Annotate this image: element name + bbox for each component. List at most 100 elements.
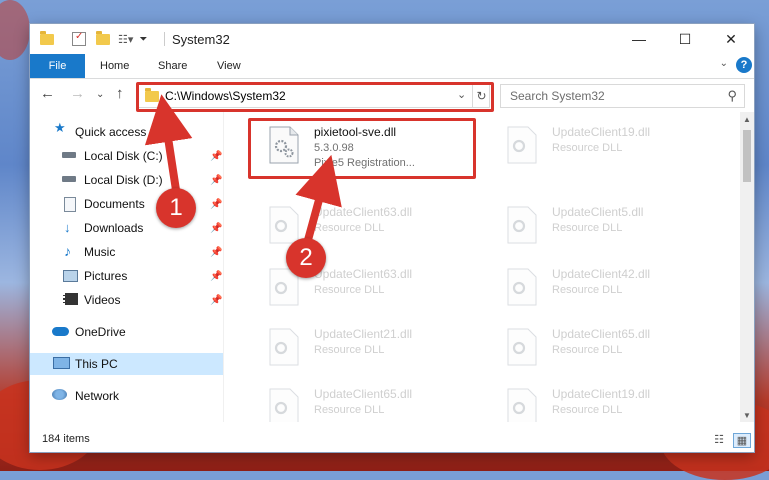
file-name: UpdateClient19.dll xyxy=(552,125,651,139)
search-box[interactable]: Search System32 ⚲ xyxy=(500,84,745,108)
address-path[interactable]: C:\Windows\System32 xyxy=(165,89,286,103)
drive-icon xyxy=(62,152,76,158)
sidebar-item-local-disk-c[interactable]: Local Disk (C:) 📌 xyxy=(30,145,223,167)
customize-toolbar-icon[interactable]: ☷▾ xyxy=(118,33,133,46)
dll-file-icon xyxy=(269,206,299,244)
pin-icon: 📌 xyxy=(210,150,223,162)
item-count: 184 items xyxy=(42,433,90,445)
folder-icon xyxy=(145,88,159,102)
properties-icon[interactable]: ✓ xyxy=(72,31,86,46)
dll-file-icon xyxy=(269,388,299,422)
explorer-window: ✓ ☷▾ ⏷ System32 — ☐ ✕ File Home Share Vi… xyxy=(30,24,754,452)
refresh-icon[interactable]: ↻ xyxy=(472,85,490,107)
file-item[interactable]: UpdateClient65.dll Resource DLL xyxy=(248,382,480,422)
dll-file-icon xyxy=(507,206,537,244)
recent-locations-chevron-icon[interactable]: ⌄ xyxy=(96,89,104,100)
file-name: UpdateClient63.dll xyxy=(314,267,413,281)
sidebar-item-pictures[interactable]: Pictures 📌 xyxy=(30,265,223,287)
pictures-icon xyxy=(63,270,78,282)
file-description: Resource DLL xyxy=(552,404,623,416)
sidebar-item-network[interactable]: Network xyxy=(30,385,223,407)
up-arrow-icon[interactable]: ↑ xyxy=(116,85,124,102)
file-item[interactable]: UpdateClient42.dll Resource DLL xyxy=(486,262,718,318)
sidebar-item-label: This PC xyxy=(75,357,118,371)
sidebar-item-onedrive[interactable]: OneDrive xyxy=(30,321,223,343)
sidebar-item-music[interactable]: ♪ Music 📌 xyxy=(30,241,223,263)
forward-arrow-icon[interactable]: → xyxy=(70,85,85,102)
file-description: Resource DLL xyxy=(552,142,623,154)
help-icon[interactable]: ? xyxy=(736,57,752,73)
file-version: 5.3.0.98 xyxy=(314,142,354,154)
callout-badge-2: 2 xyxy=(286,238,326,278)
details-view-icon[interactable]: ☷ xyxy=(711,433,727,446)
navigation-pane: ★ Quick access Local Disk (C:) 📌 Local D… xyxy=(30,112,223,422)
file-item[interactable]: UpdateClient19.dll Resource DLL xyxy=(486,382,718,422)
dll-file-icon xyxy=(269,126,299,164)
sidebar-item-label: OneDrive xyxy=(75,325,126,339)
pin-icon: 📌 xyxy=(210,198,223,210)
large-icons-view-icon[interactable]: ▦ xyxy=(733,433,751,448)
minimize-button[interactable]: — xyxy=(616,24,662,54)
document-icon xyxy=(64,197,76,212)
file-name: UpdateClient65.dll xyxy=(552,327,651,341)
file-item[interactable]: UpdateClient5.dll Resource DLL xyxy=(486,200,718,256)
title-separator xyxy=(164,32,165,46)
search-input[interactable]: Search System32 xyxy=(510,89,605,103)
sidebar-item-label: Network xyxy=(75,389,120,403)
dll-file-icon xyxy=(507,268,537,306)
file-item[interactable]: UpdateClient63.dll Resource DLL xyxy=(248,262,480,318)
new-folder-icon[interactable] xyxy=(96,30,110,45)
pane-divider xyxy=(223,112,224,422)
close-button[interactable]: ✕ xyxy=(708,24,754,54)
address-bar[interactable]: C:\Windows\System32 ⌄ ↻ xyxy=(138,84,490,108)
sidebar-item-label: Videos xyxy=(84,293,121,307)
window-title: System32 xyxy=(172,32,230,47)
sidebar-item-videos[interactable]: Videos 📌 xyxy=(30,289,223,311)
tab-home[interactable]: Home xyxy=(100,54,129,78)
sidebar-item-quick-access[interactable]: ★ Quick access xyxy=(30,120,223,143)
sidebar-item-this-pc[interactable]: This PC xyxy=(30,353,223,375)
file-name: UpdateClient19.dll xyxy=(552,387,651,401)
address-dropdown-icon[interactable]: ⌄ xyxy=(457,88,466,101)
file-item[interactable]: UpdateClient19.dll Resource DLL xyxy=(486,120,718,176)
scroll-down-arrow-icon[interactable]: ▼ xyxy=(740,408,754,422)
file-name: UpdateClient65.dll xyxy=(314,387,413,401)
file-description: Resource DLL xyxy=(552,284,623,296)
pin-icon: 📌 xyxy=(210,294,223,306)
vertical-scrollbar[interactable]: ▲ ▼ xyxy=(740,112,754,422)
file-item[interactable]: UpdateClient65.dll Resource DLL xyxy=(486,322,718,378)
scroll-thumb[interactable] xyxy=(743,130,751,182)
status-bar: 184 items ☷ ▦ xyxy=(30,428,754,452)
sidebar-item-local-disk-d[interactable]: Local Disk (D:) 📌 xyxy=(30,169,223,191)
maximize-button[interactable]: ☐ xyxy=(662,24,708,54)
sidebar-item-label: Documents xyxy=(84,197,145,211)
scroll-up-arrow-icon[interactable]: ▲ xyxy=(740,112,754,126)
music-icon: ♪ xyxy=(64,243,71,259)
toolbar-dropdown-icon[interactable]: ⏷ xyxy=(139,34,147,45)
video-icon xyxy=(63,293,78,305)
sidebar-item-label: Pictures xyxy=(84,269,128,283)
background-foliage xyxy=(0,0,30,60)
sidebar-item-label: Downloads xyxy=(84,221,144,235)
file-name: UpdateClient63.dll xyxy=(314,205,413,219)
file-name: UpdateClient5.dll xyxy=(552,205,644,219)
tab-share[interactable]: Share xyxy=(158,54,187,78)
search-icon[interactable]: ⚲ xyxy=(727,88,737,104)
file-item[interactable]: UpdateClient21.dll Resource DLL xyxy=(248,322,480,378)
callout-badge-1: 1 xyxy=(156,188,196,228)
file-item[interactable]: UpdateClient63.dll Resource DLL xyxy=(248,200,480,256)
pin-icon: 📌 xyxy=(210,270,223,282)
folder-icon[interactable] xyxy=(40,30,54,45)
tab-view[interactable]: View xyxy=(217,54,241,78)
file-item-pixietool[interactable]: pixietool-sve.dll 5.3.0.98 Pixie5 Regist… xyxy=(248,120,480,176)
dll-file-icon xyxy=(507,126,537,164)
pin-icon: 📌 xyxy=(210,222,223,234)
expand-ribbon-icon[interactable]: ⌄ xyxy=(720,58,728,69)
sidebar-item-downloads[interactable]: ↓ Downloads 📌 xyxy=(30,217,223,239)
tab-file[interactable]: File xyxy=(30,54,85,78)
ribbon-tabs: File Home Share View ⌄ ? xyxy=(30,54,754,79)
dll-file-icon xyxy=(507,328,537,366)
download-icon: ↓ xyxy=(64,220,71,235)
sidebar-item-label: Music xyxy=(84,245,116,259)
back-arrow-icon[interactable]: ← xyxy=(40,85,55,102)
